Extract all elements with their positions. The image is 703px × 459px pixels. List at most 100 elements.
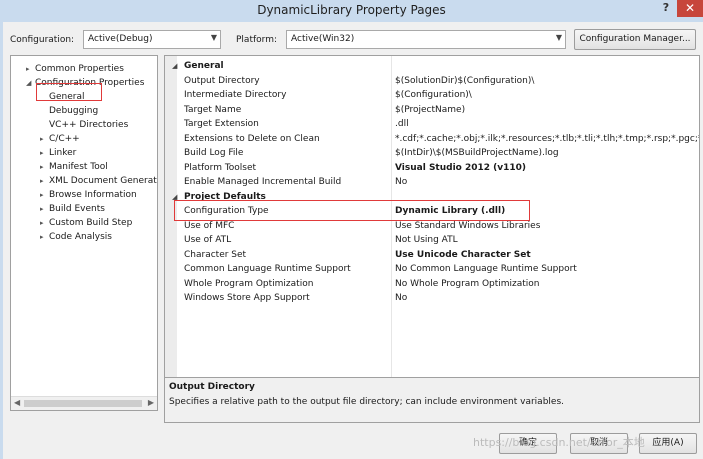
- category-label: General: [184, 61, 224, 71]
- collapse-arrow-icon[interactable]: ◢: [26, 77, 31, 90]
- highlight-general: [36, 83, 102, 101]
- expand-arrow-icon[interactable]: ▸: [40, 231, 44, 244]
- property-row[interactable]: Character Set Use Unicode Character Set: [165, 248, 699, 262]
- configuration-value: Active(Debug): [88, 34, 153, 44]
- tree-item[interactable]: ▸ C/C++: [40, 133, 80, 146]
- property-name: Platform Toolset: [184, 162, 257, 173]
- platform-label: Platform:: [236, 35, 277, 45]
- tree-item-label: Browse Information: [49, 190, 137, 200]
- property-value: Use Standard Windows Libraries: [395, 220, 541, 231]
- dialog-client: Configuration: Active(Debug) ▼ Platform:…: [3, 22, 703, 459]
- property-row[interactable]: Target Name $(ProjectName): [165, 103, 699, 117]
- property-value: $(Configuration)\: [395, 90, 472, 100]
- property-value: No: [395, 293, 408, 303]
- expand-arrow-icon[interactable]: ▸: [40, 161, 44, 174]
- tree-item[interactable]: ▸ Build Events: [40, 203, 105, 216]
- tree-item-label: Build Events: [49, 204, 105, 214]
- tree-item[interactable]: ▸ Linker: [40, 147, 77, 160]
- collapse-arrow-icon[interactable]: ◢: [172, 62, 177, 70]
- property-name: Target Extension: [184, 119, 259, 129]
- property-name: Common Language Runtime Support: [184, 264, 351, 274]
- property-value: No: [395, 177, 408, 187]
- tree-item-label: XML Document Generat: [49, 176, 157, 186]
- property-name: Character Set: [184, 249, 247, 260]
- property-row[interactable]: Extensions to Delete on Clean *.cdf;*.cac…: [165, 132, 699, 146]
- tree-item[interactable]: VC++ Directories: [49, 119, 128, 132]
- configuration-dropdown[interactable]: Active(Debug) ▼: [83, 30, 221, 49]
- expand-arrow-icon[interactable]: ▸: [40, 189, 44, 202]
- property-value: Use Unicode Character Set: [395, 249, 531, 260]
- property-row[interactable]: Build Log File $(IntDir)\$(MSBuildProject…: [165, 146, 699, 160]
- chevron-down-icon: ▼: [210, 33, 217, 42]
- watermark: https://blog.csdn.net/error_本地: [473, 436, 645, 449]
- property-name: Enable Managed Incremental Build: [184, 177, 342, 187]
- property-name: Intermediate Directory: [184, 90, 287, 100]
- property-row[interactable]: Common Language Runtime Support No Common…: [165, 262, 699, 276]
- tree-item-label: Linker: [49, 148, 77, 158]
- scroll-left-icon[interactable]: ◀: [14, 398, 20, 407]
- scroll-right-icon[interactable]: ▶: [148, 398, 154, 407]
- title-bar: DynamicLibrary Property Pages ? ✕: [0, 0, 703, 22]
- close-button[interactable]: ✕: [677, 0, 703, 17]
- expand-arrow-icon[interactable]: ▸: [40, 217, 44, 230]
- tree-item-label: Code Analysis: [49, 232, 112, 242]
- tree-item[interactable]: ▸ XML Document Generat: [40, 175, 157, 188]
- tree-item-label: Custom Build Step: [49, 218, 133, 228]
- property-value: $(IntDir)\$(MSBuildProjectName).log: [395, 148, 559, 158]
- tree-item[interactable]: ▸ Code Analysis: [40, 231, 112, 244]
- property-row[interactable]: Use of ATL Not Using ATL: [165, 233, 699, 247]
- property-value: $(SolutionDir)$(Configuration)\: [395, 75, 535, 86]
- scroll-thumb[interactable]: [24, 400, 142, 407]
- property-tree[interactable]: ▸ Common Properties ◢ Configuration Propert…: [10, 55, 158, 411]
- platform-value: Active(Win32): [291, 34, 355, 44]
- property-name: Target Name: [184, 104, 242, 115]
- configuration-label: Configuration:: [10, 35, 75, 45]
- property-value: No Common Language Runtime Support: [395, 264, 577, 274]
- platform-dropdown[interactable]: Active(Win32) ▼: [286, 30, 566, 49]
- property-name: Output Directory: [184, 75, 260, 86]
- tree-item[interactable]: ▸ Manifest Tool: [40, 161, 108, 174]
- tree-item[interactable]: ▸ Common Properties: [26, 63, 124, 76]
- help-button[interactable]: ?: [660, 1, 672, 15]
- tree-item[interactable]: Debugging: [49, 105, 98, 118]
- tree-item-label: VC++ Directories: [49, 120, 129, 130]
- property-value: .dll: [395, 119, 409, 129]
- property-value: Not Using ATL: [395, 235, 458, 245]
- property-value: Visual Studio 2012 (v110): [395, 162, 527, 173]
- expand-arrow-icon[interactable]: ▸: [26, 63, 30, 76]
- tree-item-label: Common Properties: [35, 64, 124, 74]
- property-row[interactable]: Enable Managed Incremental Build No: [165, 175, 699, 189]
- configuration-manager-button[interactable]: Configuration Manager...: [574, 29, 696, 50]
- property-grid: ◢ General Output Directory $(SolutionDir)$(…: [164, 55, 700, 397]
- property-value: *.cdf;*.cache;*.obj;*.ilk;*.resources;*.…: [395, 133, 700, 144]
- chevron-down-icon: ▼: [555, 33, 562, 42]
- property-name: Windows Store App Support: [184, 293, 310, 303]
- tree-item-label: Manifest Tool: [49, 162, 108, 172]
- tree-horizontal-scrollbar[interactable]: ◀ ▶: [11, 396, 157, 410]
- property-row[interactable]: Whole Program Optimization No Whole Progr…: [165, 277, 699, 291]
- property-value: No Whole Program Optimization: [395, 278, 540, 289]
- apply-button[interactable]: 应用(A): [639, 433, 697, 454]
- expand-arrow-icon[interactable]: ▸: [40, 203, 44, 216]
- property-row[interactable]: Windows Store App Support No: [165, 291, 699, 305]
- property-row[interactable]: Intermediate Directory $(Configuration)\: [165, 88, 699, 102]
- description-title: Output Directory: [169, 382, 255, 392]
- property-name: Whole Program Optimization: [184, 278, 314, 289]
- property-row[interactable]: Target Extension .dll: [165, 117, 699, 131]
- tree-item[interactable]: ▸ Browse Information: [40, 189, 137, 202]
- tree-item-label: C/C++: [49, 134, 80, 144]
- property-name: Build Log File: [184, 148, 244, 158]
- highlight-configuration-type: [174, 200, 530, 221]
- window-title: DynamicLibrary Property Pages: [257, 3, 446, 17]
- tree-item-label: Debugging: [49, 106, 99, 116]
- property-row[interactable]: Output Directory $(SolutionDir)$(Configur…: [165, 74, 699, 88]
- expand-arrow-icon[interactable]: ▸: [40, 175, 44, 188]
- expand-arrow-icon[interactable]: ▸: [40, 147, 44, 160]
- property-row[interactable]: Platform Toolset Visual Studio 2012 (v110…: [165, 161, 699, 175]
- description-text: Specifies a relative path to the output …: [169, 397, 565, 407]
- category-header[interactable]: ◢ General: [165, 59, 699, 73]
- tree-item[interactable]: ▸ Custom Build Step: [40, 217, 133, 230]
- expand-arrow-icon[interactable]: ▸: [40, 133, 44, 146]
- property-name: Extensions to Delete on Clean: [184, 133, 320, 144]
- property-name: Use of ATL: [184, 235, 232, 245]
